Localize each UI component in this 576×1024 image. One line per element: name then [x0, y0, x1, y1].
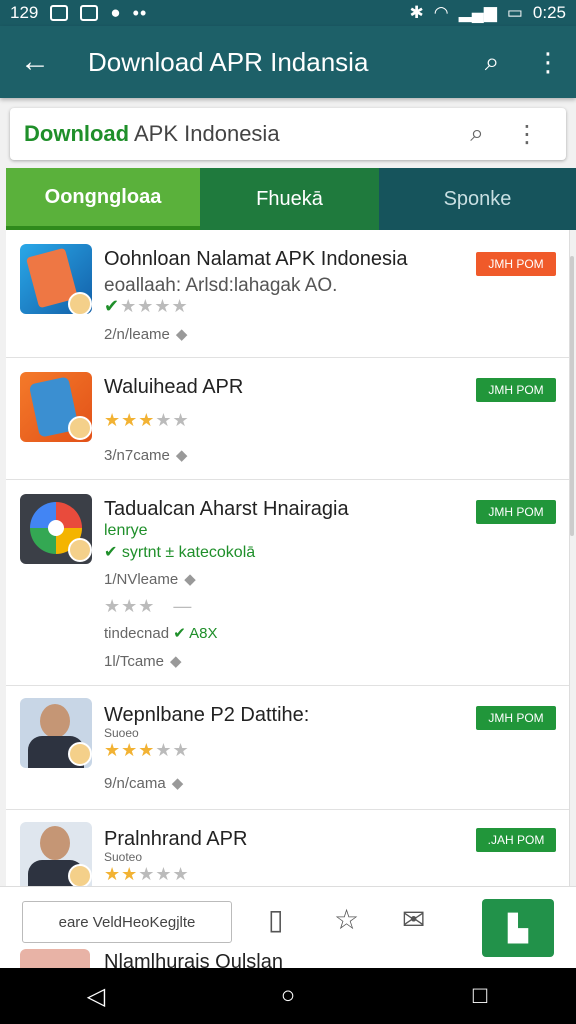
scrollbar[interactable]	[570, 256, 574, 536]
install-button[interactable]: .JAH POM	[476, 828, 556, 852]
wifi-icon: ◠	[433, 3, 449, 22]
rating-stars: ★★★★★	[104, 864, 190, 884]
avatar	[68, 538, 92, 562]
voice-icon[interactable]: ⋮	[502, 120, 552, 149]
diamond-icon: ◆	[175, 326, 188, 343]
tab-2[interactable]: Fhuekā	[200, 168, 379, 230]
app-feature: ✔ syrtnt ± katecokolā	[104, 542, 255, 562]
back-nav-icon[interactable]: ◁	[66, 982, 126, 1011]
avatar	[68, 416, 92, 440]
photo-icon	[50, 5, 69, 21]
list-item[interactable]: Waluihead APR ★★★★★ 3/n7came ◆ JMH POM	[6, 358, 569, 480]
diamond-icon: ◆	[184, 571, 196, 588]
app-name: Pralnhrand APR	[104, 828, 248, 850]
diamond-icon: ◆	[170, 653, 182, 670]
signal-icon: ▂▄▆	[458, 3, 497, 22]
app-extra-code: A8X	[189, 625, 218, 642]
app-extra: tindecnad ✔ A8X	[104, 624, 218, 642]
status-time: 0:25	[532, 3, 566, 22]
status-bar: 129 ● •• ✱ ◠ ▂▄▆ ▭ 0:25	[0, 0, 576, 26]
install-button[interactable]: JMH POM	[476, 706, 556, 730]
search-bar[interactable]: Download APK Indonesia ⌕ ⋮	[10, 108, 566, 160]
app-bar-title: Download APR Indansia	[88, 46, 369, 77]
more-vert-icon[interactable]: ⋮	[520, 47, 576, 78]
app-meta-text: 9/n/cama	[104, 775, 166, 792]
avatar	[68, 292, 92, 316]
mail-icon[interactable]: ✉	[402, 903, 425, 936]
app-meta-2: 1l/Tcame ◆	[104, 652, 182, 670]
app-meta: 9/n/cama ◆	[104, 774, 183, 792]
tab-1[interactable]: Oongngloaa	[6, 168, 200, 230]
battery-icon: ▭	[506, 3, 523, 22]
bottom-input[interactable]: eare VeldHeoKegjlte	[22, 901, 232, 943]
verified-icon: ✔	[173, 625, 186, 642]
clipboard-icon[interactable]: ▯	[268, 903, 283, 936]
back-arrow-icon[interactable]: ←	[0, 45, 70, 79]
avatar	[68, 742, 92, 766]
app-extra-text: tindecnad	[104, 625, 170, 642]
peek-app-icon	[20, 949, 90, 969]
list-item[interactable]: Tadualcan Aharst Hnairagia lenrye ✔ syrt…	[6, 480, 569, 686]
install-button[interactable]: JMH POM	[476, 252, 556, 276]
list-item[interactable]: Oohnloan Nalamat APK Indonesia eoallaah:…	[6, 230, 569, 358]
nav-bar: ◁ ○ □	[0, 968, 576, 1024]
rating-stars: ★★★★★	[104, 410, 190, 430]
app-developer: Suoteo	[104, 850, 143, 864]
list-item[interactable]: Pralnhrand APR Suoteo ★★★★★ .JAH POM	[6, 810, 569, 886]
rating-stars: ★★★ —	[104, 596, 193, 616]
avatar	[68, 864, 92, 886]
more-notifications-icon: ••	[132, 2, 148, 23]
bluetooth-icon: ✱	[409, 3, 424, 22]
app-feature-text: syrtnt ± katecokolā	[121, 544, 256, 561]
app-name: Wepnlbane P2 Dattihe:	[104, 704, 310, 726]
whatsapp-icon: ●	[110, 3, 121, 22]
search-input[interactable]: Download APK Indonesia	[24, 121, 452, 147]
rating-stars: ✔★★★★	[104, 296, 189, 316]
app-developer: Suoeo	[104, 726, 139, 740]
app-bar: ← Download APR Indansia ⌕ ⋮	[0, 26, 576, 98]
search-highlight: Download	[24, 121, 130, 146]
list-item[interactable]: Wepnlbane P2 Dattihe: Suoeo ★★★★★ 9/n/ca…	[6, 686, 569, 810]
app-meta-text: 1/NVleame	[104, 571, 179, 588]
tab-3[interactable]: Sponke	[379, 168, 576, 230]
app-meta: 2/n/leame ◆	[104, 325, 187, 343]
app-name: Tadualcan Aharst Hnairagia	[104, 498, 349, 520]
app-name: Oohnloan Nalamat APK Indonesia	[104, 248, 408, 270]
search-icon[interactable]: ⌕	[452, 120, 502, 148]
status-time-left: 129	[10, 3, 39, 22]
app-meta-text: 3/n7came	[104, 447, 170, 464]
home-nav-icon[interactable]: ○	[258, 982, 318, 1010]
store-button[interactable]: ▙	[482, 899, 554, 957]
diamond-icon: ◆	[175, 447, 188, 464]
app-meta-text: 2/n/leame	[104, 326, 170, 343]
app-subtitle: eoallaah: Arlsd:lahagak AO.	[104, 275, 338, 296]
search-rest: APK Indonesia	[129, 121, 280, 146]
rating-stars: ★★★★★	[104, 740, 190, 760]
diamond-icon: ◆	[171, 775, 184, 792]
app-meta: 1/NVleame ◆	[104, 570, 196, 588]
search-icon[interactable]: ⌕	[464, 46, 520, 78]
install-button[interactable]: JMH POM	[476, 500, 556, 524]
store-icon: ▙	[508, 912, 528, 943]
app-meta2-text: 1l/Tcame	[104, 653, 165, 670]
app-name: Waluihead APR	[104, 376, 244, 398]
star-icon[interactable]: ☆	[334, 903, 359, 936]
bag-icon	[80, 5, 99, 21]
bottom-bar: eare VeldHeoKegjlte ▯ ☆ ✉ ▙ Nlamlhurais …	[0, 886, 576, 973]
check-icon: ✔	[104, 544, 122, 561]
tab-bar: Oongngloaa Fhuekā Sponke	[6, 168, 576, 230]
app-tagline: lenrye	[104, 522, 148, 539]
app-meta: 3/n7came ◆	[104, 446, 187, 464]
install-button[interactable]: JMH POM	[476, 378, 556, 402]
recents-nav-icon[interactable]: □	[450, 982, 510, 1010]
app-list: Oohnloan Nalamat APK Indonesia eoallaah:…	[6, 230, 570, 886]
